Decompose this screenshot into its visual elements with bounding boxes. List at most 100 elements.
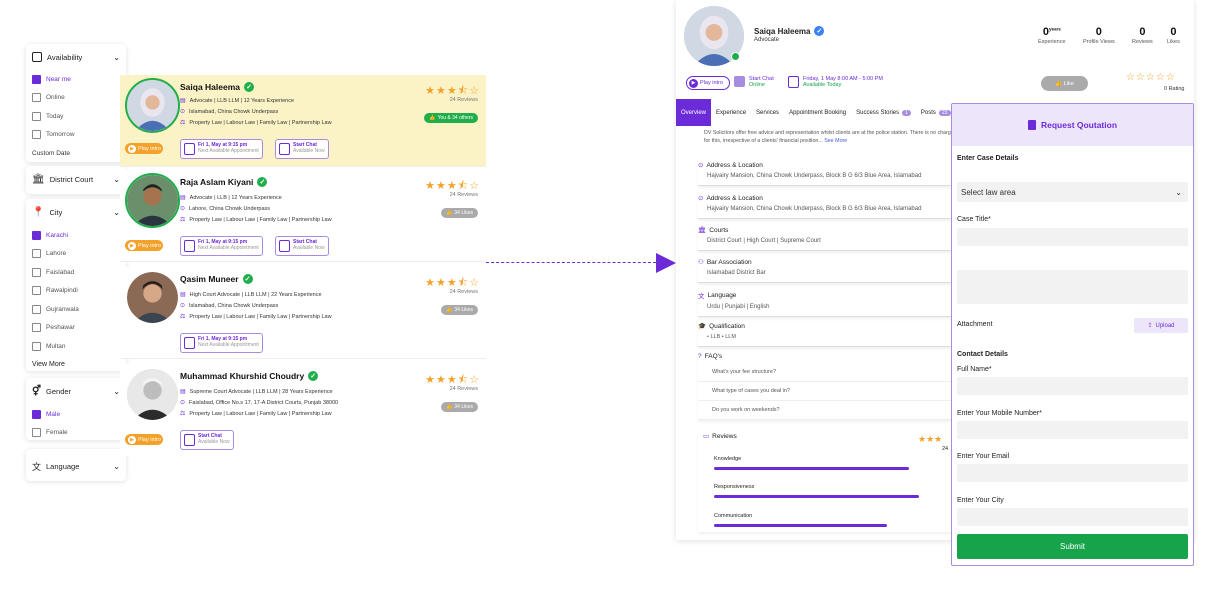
likes-pill[interactable]: 👍 34 Likes (441, 305, 478, 315)
faq-item[interactable]: What's your fee structure? (698, 363, 952, 382)
checkbox[interactable] (32, 304, 41, 314)
start-chat-button[interactable]: Start Chat Available Now (275, 236, 329, 256)
lawyer-card[interactable]: ▶ Play intro Saiqa Haleema ✓ ▤ Advocate | L… (120, 75, 486, 167)
case-title-input[interactable] (957, 228, 1188, 246)
chevron-down-icon[interactable]: ⌄ (113, 462, 120, 471)
avatar[interactable] (125, 270, 180, 325)
checkbox[interactable] (32, 341, 41, 351)
lawyer-card[interactable]: ▶ Play intro Raja Aslam Kiyani ✓ ▤ Advocate… (120, 170, 486, 262)
lawyer-card[interactable]: Qasim Muneer ✓ ▤ High Court Advocate | LLB… (120, 267, 486, 359)
checkbox[interactable] (32, 249, 41, 259)
filter-option[interactable]: Male (26, 405, 126, 424)
checkbox[interactable] (32, 323, 41, 333)
filter-option[interactable]: Tomorrow (26, 126, 126, 145)
likes-pill[interactable]: 👍 You & 34 others (424, 113, 478, 123)
lawyer-name[interactable]: Qasim Muneer ✓ (180, 274, 253, 284)
checkbox[interactable] (32, 130, 41, 140)
checkbox[interactable] (32, 74, 41, 84)
faq-item[interactable]: What type of cases you deal in? (698, 382, 952, 401)
district-court-header[interactable]: 🏛 District Court ⌄ (26, 166, 126, 193)
upload-button[interactable]: ⇪ Upload (1134, 318, 1188, 333)
reviews-count[interactable]: 24 Reviews (450, 289, 478, 295)
case-title-label: Case Title* (957, 216, 991, 223)
filter-option[interactable]: Rawalpindi (26, 282, 126, 301)
thumbs-up-icon: 👍 (1055, 80, 1062, 87)
checkbox[interactable] (32, 93, 41, 103)
start-chat-button[interactable]: Start Chat Available Now (180, 430, 234, 450)
faq-item[interactable]: Do you work on weekends? (698, 401, 952, 420)
checkbox[interactable] (32, 409, 41, 419)
play-intro-label: Play intro (138, 436, 161, 443)
avatar[interactable] (125, 367, 180, 422)
full-name-input[interactable] (957, 377, 1188, 395)
play-intro-button[interactable]: ▶ Play intro (125, 143, 163, 154)
checkbox[interactable] (32, 111, 41, 121)
filter-option[interactable]: Karachi (26, 226, 126, 245)
start-chat-button[interactable]: Start Chat Online (734, 76, 774, 88)
submit-button[interactable]: Submit (957, 534, 1188, 559)
likes-pill[interactable]: 👍 34 Likes (441, 208, 478, 218)
availability-filter-header[interactable]: Availability ⌄ (26, 44, 126, 70)
custom-date-link[interactable]: Custom Date (26, 144, 126, 163)
reviews-count[interactable]: 24 Reviews (450, 386, 478, 392)
availability-info[interactable]: Friday, 1 May 8:00 AM - 5:00 PM Available… (788, 76, 883, 88)
law-area-select[interactable]: Select law area ⌄ (957, 182, 1188, 202)
checkbox[interactable] (32, 428, 41, 438)
tab-appointment-booking[interactable]: Appointment Booking (784, 99, 851, 126)
chat-icon (734, 76, 745, 87)
case-description-textarea[interactable] (957, 270, 1188, 304)
avatar[interactable] (125, 78, 180, 133)
filter-option[interactable]: Gujranwala (26, 300, 126, 319)
lawyer-name[interactable]: Raja Aslam Kiyani ✓ (180, 177, 268, 187)
checkbox[interactable] (32, 286, 41, 296)
filter-option[interactable]: Near me (26, 70, 126, 89)
city-filter-header[interactable]: 📍 City ⌄ (26, 199, 126, 226)
reviews-count[interactable]: 24 Reviews (450, 192, 478, 198)
chevron-down-icon[interactable]: ⌄ (113, 53, 120, 62)
filter-option[interactable]: Lahore (26, 245, 126, 264)
likes-pill[interactable]: 👍 34 Likes (441, 402, 478, 412)
section-title: Address & Location (706, 194, 763, 202)
play-intro-button[interactable]: ▶ Play intro (125, 240, 163, 251)
reviews-count[interactable]: 24 Reviews (450, 97, 478, 103)
filter-option[interactable]: Peshawar (26, 319, 126, 338)
tab-services[interactable]: Services (751, 99, 784, 126)
tab-experience[interactable]: Experience (711, 99, 751, 126)
filter-option[interactable]: Online (26, 89, 126, 108)
mobile-input[interactable] (957, 421, 1188, 439)
filter-option[interactable]: Multan (26, 337, 126, 356)
filter-option[interactable]: Today (26, 107, 126, 126)
next-appointment-button[interactable]: Fri 1, May at 9:15 pm Next Available Appo… (180, 236, 263, 256)
gender-filter-header[interactable]: ⚥ Gender ⌄ (26, 378, 126, 405)
tab-posts[interactable]: Posts 23 (916, 99, 956, 126)
lawyer-name[interactable]: Saiqa Haleema ✓ (180, 82, 255, 92)
lawyer-name[interactable]: Muhammad Khurshid Choudry ✓ (180, 371, 319, 381)
email-input[interactable] (957, 464, 1188, 482)
availability-filter: Availability ⌄ Near me Online Today Tomo… (26, 44, 126, 162)
chevron-down-icon[interactable]: ⌄ (113, 208, 120, 217)
language-filter-header[interactable]: 文 Language ⌄ (26, 449, 126, 481)
tab-overview[interactable]: Overview (676, 99, 712, 126)
tab-success-stories[interactable]: Success Stories 1 (851, 99, 916, 126)
see-more-link[interactable]: See More (824, 138, 847, 144)
avatar[interactable] (125, 173, 180, 228)
play-intro-button[interactable]: ▶ Play intro (686, 76, 730, 90)
view-more-link[interactable]: View More (26, 356, 126, 375)
lawyer-card[interactable]: ▶ Play intro Muhammad Khurshid Choudry ✓ ▤… (120, 364, 486, 456)
chevron-down-icon[interactable]: ⌄ (113, 175, 120, 184)
option-label: Lahore (46, 250, 67, 258)
play-intro-button[interactable]: ▶ Play intro (125, 434, 163, 445)
filter-option[interactable]: Faislabad (26, 263, 126, 282)
next-appointment-button[interactable]: Fri 1, May at 9:15 pm Next Available Appo… (180, 333, 263, 353)
start-chat-button[interactable]: Start Chat Available Now (275, 139, 329, 159)
checkbox[interactable] (32, 230, 41, 240)
gender-filter: ⚥ Gender ⌄ Male Female (26, 378, 126, 440)
like-button[interactable]: 👍 Like (1041, 76, 1088, 91)
filter-option[interactable]: Female (26, 424, 126, 443)
next-appointment-button[interactable]: Fri 1, May at 9:15 pm Next Available Appo… (180, 139, 263, 159)
checkbox[interactable] (32, 267, 41, 277)
chevron-down-icon[interactable]: ⌄ (113, 387, 120, 396)
option-label: Male (46, 410, 61, 418)
city-input[interactable] (957, 508, 1188, 526)
rating-stars[interactable]: ☆☆☆☆☆ (1126, 72, 1176, 83)
